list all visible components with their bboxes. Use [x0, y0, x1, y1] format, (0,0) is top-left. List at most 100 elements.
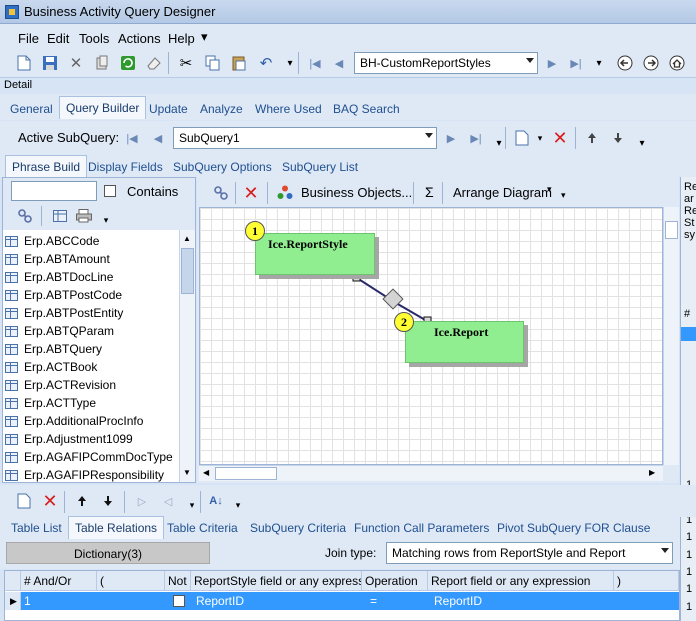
undo-icon[interactable]: ↶	[256, 53, 276, 73]
delete-row-icon[interactable]: ✕	[40, 491, 60, 511]
scroll-left-icon[interactable]: ◀	[203, 468, 209, 477]
diagram-canvas[interactable]: Ice.ReportStyle 1 Ice.Report 2	[199, 207, 663, 465]
column-header[interactable]: Operation	[362, 571, 428, 591]
delete-subquery-icon[interactable]: ✕	[550, 128, 570, 148]
list-item[interactable]: Erp.ABTPostCode	[5, 286, 122, 304]
tab-update[interactable]: Update	[149, 102, 188, 116]
tab-where-used[interactable]: Where Used	[255, 102, 322, 116]
move-up-icon[interactable]	[72, 491, 92, 511]
first-record-icon[interactable]: |◀	[305, 53, 325, 73]
diagram-overflow-icon[interactable]: ▾	[561, 190, 566, 201]
tab-subquery-criteria[interactable]: SubQuery Criteria	[250, 521, 346, 535]
column-header[interactable]: Report field or any expression	[428, 571, 614, 591]
clear-icon[interactable]	[144, 53, 164, 73]
scroll-up-icon[interactable]: ▲	[183, 234, 191, 243]
menu-overflow-icon[interactable]: ▾	[201, 29, 208, 45]
scroll-thumb[interactable]	[665, 221, 678, 239]
table-icon[interactable]	[50, 206, 70, 226]
sigma-icon[interactable]: Σ	[425, 184, 434, 200]
list-item[interactable]: Erp.AGAFIPResponsibility	[5, 466, 164, 482]
print-icon[interactable]	[74, 206, 94, 226]
attach-icon[interactable]	[92, 53, 112, 73]
link-icon[interactable]	[211, 183, 231, 203]
subquery-first-icon[interactable]: |◀	[122, 128, 142, 148]
menu-tools[interactable]: Tools	[79, 31, 109, 46]
back-icon[interactable]	[615, 53, 635, 73]
new-subquery-dropdown-icon[interactable]: ▾	[530, 128, 550, 148]
move-down-icon[interactable]	[608, 128, 628, 148]
column-header[interactable]: (	[97, 571, 165, 591]
list-item[interactable]: Erp.ABTAmount	[5, 250, 110, 268]
list-item[interactable]: Erp.AdditionalProcInfo	[5, 412, 143, 430]
column-header[interactable]: )	[614, 571, 679, 591]
diagram-hscrollbar[interactable]: ◀ ▶	[199, 465, 663, 481]
prev-record-icon[interactable]: ◀	[329, 53, 349, 73]
new-icon[interactable]	[14, 53, 34, 73]
tab-table-list[interactable]: Table List	[11, 521, 62, 535]
tab-subquery-list[interactable]: SubQuery List	[282, 160, 358, 174]
table-node-report[interactable]: Ice.Report	[405, 321, 524, 363]
delete-icon[interactable]: ✕	[66, 53, 86, 73]
tab-subquery-options[interactable]: SubQuery Options	[173, 160, 272, 174]
row-selector-icon[interactable]: ▶	[5, 592, 21, 610]
arrange-dropdown-icon[interactable]: ▾	[547, 184, 552, 195]
last-record-icon[interactable]: ▶|	[566, 53, 586, 73]
list-item[interactable]: Erp.ABTDocLine	[5, 268, 113, 286]
home-icon[interactable]	[667, 53, 687, 73]
table-list-scrollbar[interactable]: ▲ ▼	[179, 230, 195, 482]
panel-overflow-icon[interactable]: ▾	[96, 210, 116, 230]
tab-general[interactable]: General	[10, 102, 53, 116]
diagram-vscrollbar[interactable]	[663, 207, 679, 465]
tab-function-call-parameters[interactable]: Function Call Parameters	[354, 521, 489, 535]
link-icon[interactable]	[15, 206, 35, 226]
menu-file[interactable]: File	[18, 31, 39, 46]
left-field-cell[interactable]: ReportID	[193, 592, 247, 610]
list-item[interactable]: Erp.ACTRevision	[5, 376, 116, 394]
list-item[interactable]: Erp.ACTType	[5, 394, 96, 412]
save-icon[interactable]	[40, 53, 60, 73]
scroll-thumb[interactable]	[181, 248, 194, 294]
operation-cell[interactable]: =	[367, 592, 380, 610]
copy-icon[interactable]	[203, 53, 223, 73]
business-objects-icon[interactable]	[275, 183, 295, 203]
sort-icon[interactable]: A↓	[206, 491, 226, 511]
paste-icon[interactable]	[229, 53, 249, 73]
menu-edit[interactable]: Edit	[47, 31, 69, 46]
subquery-next-icon[interactable]: ▶	[441, 128, 461, 148]
tab-query-builder[interactable]: Query Builder	[59, 96, 147, 119]
scroll-down-icon[interactable]: ▼	[183, 468, 191, 477]
cut-icon[interactable]: ✂	[176, 53, 196, 73]
next-record-icon[interactable]: ▶	[542, 53, 562, 73]
forward-icon[interactable]	[641, 53, 661, 73]
move-up-icon[interactable]	[582, 128, 602, 148]
arrange-diagram-button[interactable]: Arrange Diagram	[453, 185, 552, 200]
tab-baq-search[interactable]: BAQ Search	[333, 102, 400, 116]
scroll-thumb[interactable]	[215, 467, 277, 480]
list-item[interactable]: Erp.ABTQuery	[5, 340, 102, 358]
indent-overflow-icon[interactable]: ▾	[182, 495, 202, 515]
list-item[interactable]: Erp.AGAFIPCommDocType	[5, 448, 173, 466]
list-item[interactable]: Erp.Adjustment1099	[5, 430, 133, 448]
right-panel-selected-row[interactable]	[681, 327, 696, 341]
table-node-reportstyle[interactable]: Ice.ReportStyle	[255, 233, 375, 275]
move-down-icon[interactable]	[98, 491, 118, 511]
indent-right-icon[interactable]: ▷	[132, 491, 152, 511]
delete-relation-icon[interactable]: ✕	[241, 183, 261, 203]
join-type-select[interactable]: Matching rows from ReportStyle and Repor…	[386, 542, 673, 564]
dictionary-button[interactable]: Dictionary(3)	[6, 542, 210, 564]
toolbar-overflow-icon[interactable]: ▾	[280, 53, 300, 73]
subquery-combo[interactable]: SubQuery1	[173, 127, 437, 149]
subquery-prev-icon[interactable]: ◀	[148, 128, 168, 148]
right-field-cell[interactable]: ReportID	[431, 592, 485, 610]
business-objects-button[interactable]: Business Objects...	[301, 185, 412, 200]
tab-pivot-subquery[interactable]: Pivot SubQuery FOR Clause	[497, 521, 650, 535]
report-combo[interactable]: BH-CustomReportStyles	[354, 52, 538, 74]
list-item[interactable]: Erp.ABTQParam	[5, 322, 114, 340]
row-number[interactable]: 1	[21, 592, 34, 610]
table-search-input[interactable]	[11, 181, 97, 201]
sort-overflow-icon[interactable]: ▾	[228, 495, 248, 515]
tab-table-relations[interactable]: Table Relations	[68, 516, 165, 539]
subquery-last-icon[interactable]: ▶|	[466, 128, 486, 148]
list-item[interactable]: Erp.ABTPostEntity	[5, 304, 123, 322]
list-item[interactable]: Erp.ACTBook	[5, 358, 97, 376]
